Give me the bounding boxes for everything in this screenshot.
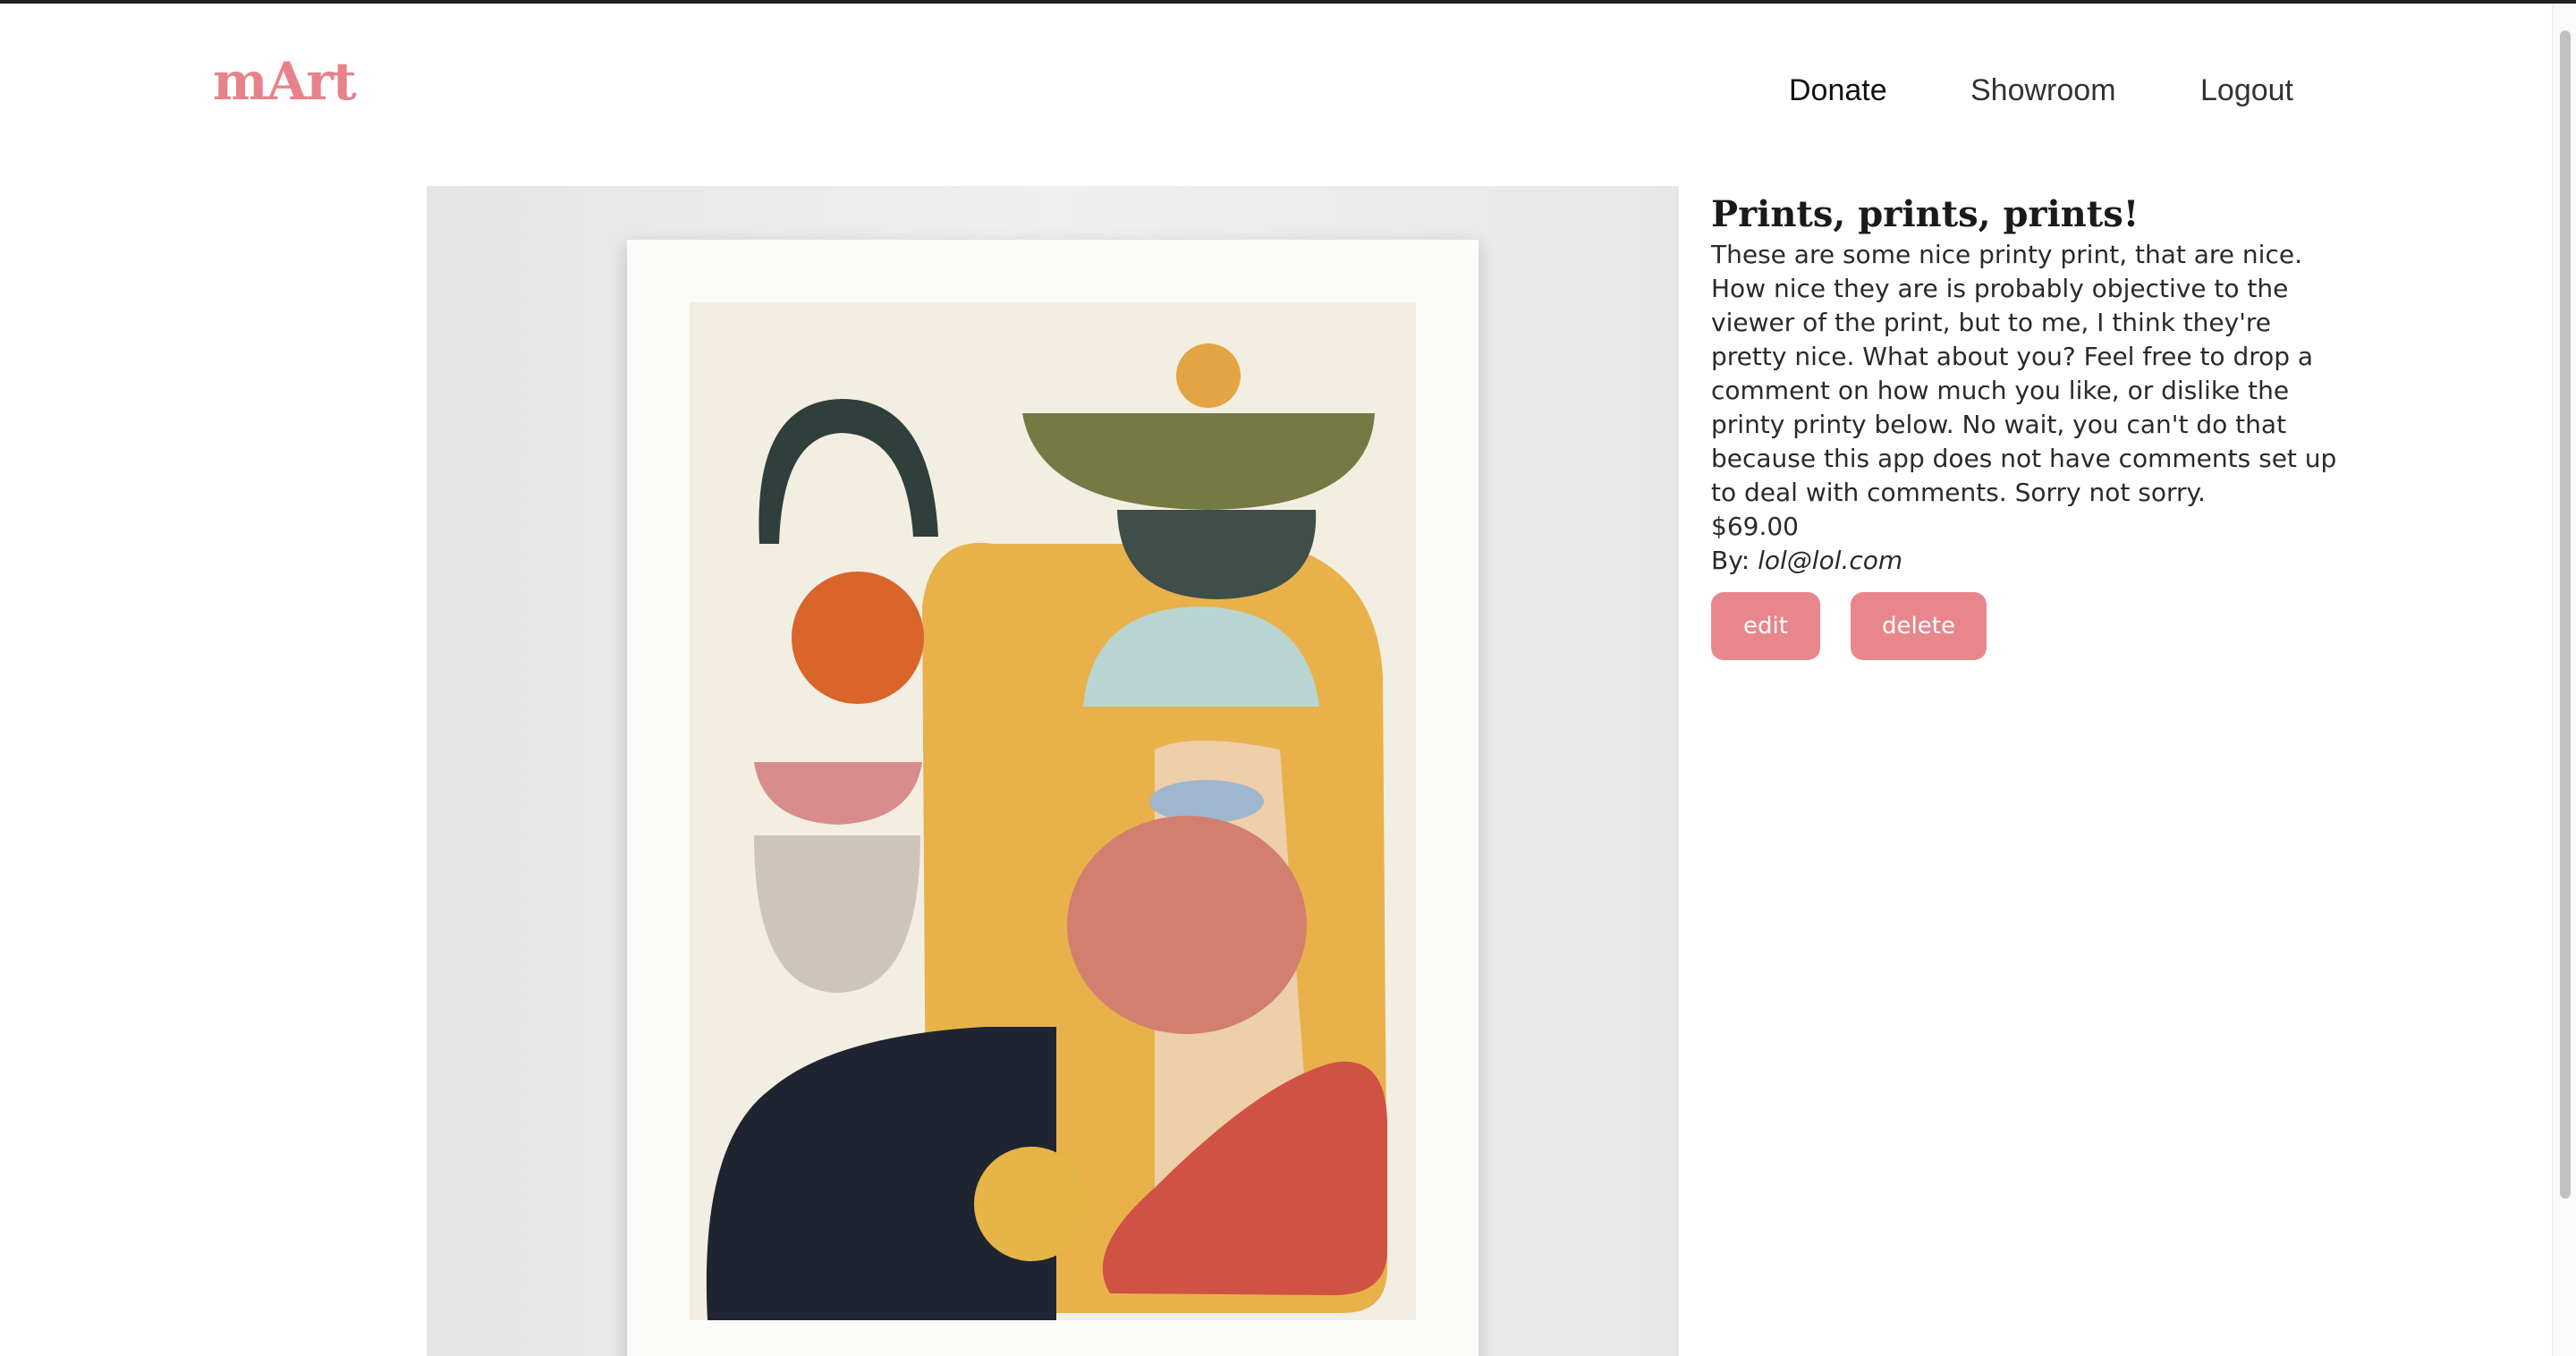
artwork-image (427, 186, 1679, 1356)
artwork-author-line: By: lol@lol.com (1711, 544, 2346, 578)
scrollbar-track[interactable] (2552, 4, 2576, 1356)
artwork-actions: edit delete (1711, 592, 2346, 660)
nav-donate-link[interactable]: Donate (1789, 75, 1887, 106)
artwork-title: Prints, prints, prints! (1711, 193, 2140, 235)
nav-logout-link[interactable]: Logout (2200, 75, 2293, 106)
artwork-price: $69.00 (1711, 512, 1799, 541)
nav-showroom-link[interactable]: Showroom (1970, 75, 2116, 106)
delete-button[interactable]: delete (1851, 592, 1987, 660)
scrollbar-thumb[interactable] (2560, 30, 2571, 1199)
by-label: By: (1711, 546, 1750, 575)
brand-logo[interactable]: mArt (213, 55, 357, 107)
edit-button[interactable]: edit (1711, 592, 1820, 660)
abstract-artwork-illustration (690, 302, 1416, 1320)
poster-print (627, 240, 1479, 1356)
artwork-description: These are some nice printy print, that a… (1711, 240, 2337, 507)
page: mArt Donate Showroom Logout Prints, prin… (0, 0, 2576, 1356)
artwork-details: Prints, prints, prints! These are some n… (1711, 191, 2346, 660)
artwork-author: lol@lol.com (1758, 546, 1903, 575)
